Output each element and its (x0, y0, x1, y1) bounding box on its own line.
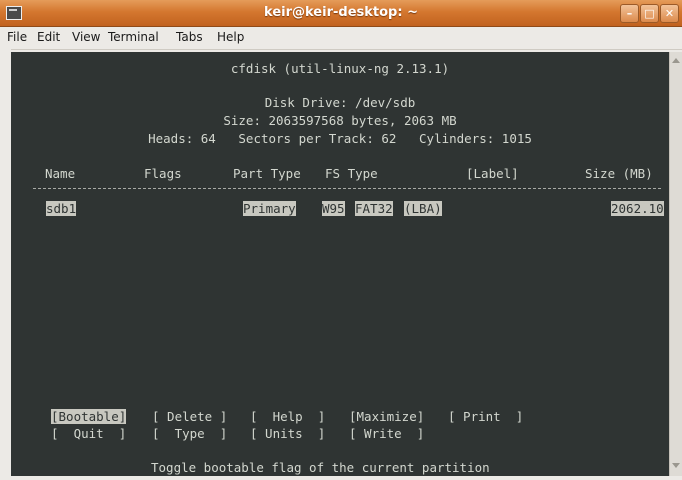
close-icon[interactable]: ✕ (660, 4, 679, 23)
disk-drive: Disk Drive: /dev/sdb (264, 95, 416, 110)
window-frame-bottom (0, 476, 682, 480)
menu-terminal[interactable]: Terminal (108, 30, 159, 44)
bootable-button[interactable]: [Bootable] (51, 409, 127, 424)
menu-bar: File Edit View Terminal Tabs Help (0, 27, 682, 50)
terminal-screen[interactable]: cfdisk (util-linux-ng 2.13.1) Disk Drive… (11, 52, 669, 476)
col-part-type: Part Type (233, 166, 301, 181)
terminal-window: keir@keir-desktop: ~ – □ ✕ File Edit Vie… (0, 0, 682, 480)
partition-name[interactable]: sdb1 (46, 201, 77, 216)
menu-file[interactable]: File (7, 30, 27, 44)
maximize-icon[interactable]: □ (640, 4, 659, 23)
partition-fs-w95[interactable]: W95 (322, 201, 345, 216)
write-button[interactable]: [ Write ] (349, 426, 424, 441)
status-message: Toggle bootable flag of the current part… (151, 460, 490, 475)
help-button[interactable]: [ Help ] (250, 409, 325, 424)
partition-fs-lba[interactable]: (LBA) (404, 201, 442, 216)
cfdisk-header: cfdisk (util-linux-ng 2.13.1) (230, 61, 450, 76)
partition-fs-fat32[interactable]: FAT32 (355, 201, 393, 216)
window-title: keir@keir-desktop: ~ (264, 5, 418, 20)
scroll-up-icon[interactable] (672, 58, 680, 63)
disk-geometry: Heads: 64 Sectors per Track: 62 Cylinder… (148, 131, 532, 146)
col-label: [Label] (466, 166, 519, 181)
col-size: Size (MB) (585, 166, 653, 181)
minimize-icon[interactable]: – (620, 4, 639, 23)
type-button[interactable]: [ Type ] (152, 426, 227, 441)
scroll-down-icon[interactable] (672, 463, 680, 468)
menu-help[interactable]: Help (217, 30, 244, 44)
col-flags: Flags (144, 166, 182, 181)
terminal-scrollbar[interactable] (669, 52, 682, 476)
partition-type[interactable]: Primary (243, 201, 296, 216)
col-name: Name (45, 166, 76, 181)
partition-size[interactable]: 2062.10 (611, 201, 664, 216)
delete-button[interactable]: [ Delete ] (152, 409, 227, 424)
units-button[interactable]: [ Units ] (250, 426, 325, 441)
window-frame-left (0, 49, 11, 480)
menu-view[interactable]: View (72, 30, 100, 44)
quit-button[interactable]: [ Quit ] (51, 426, 126, 441)
title-bar[interactable]: keir@keir-desktop: ~ – □ ✕ (0, 0, 682, 27)
disk-size: Size: 2063597568 bytes, 2063 MB (223, 113, 457, 128)
header-divider (33, 188, 661, 189)
col-fs-type: FS Type (325, 166, 378, 181)
menu-edit[interactable]: Edit (37, 30, 60, 44)
menu-tabs[interactable]: Tabs (176, 30, 203, 44)
print-button[interactable]: [ Print ] (448, 409, 523, 424)
maximize-button[interactable]: [Maximize] (349, 409, 424, 424)
